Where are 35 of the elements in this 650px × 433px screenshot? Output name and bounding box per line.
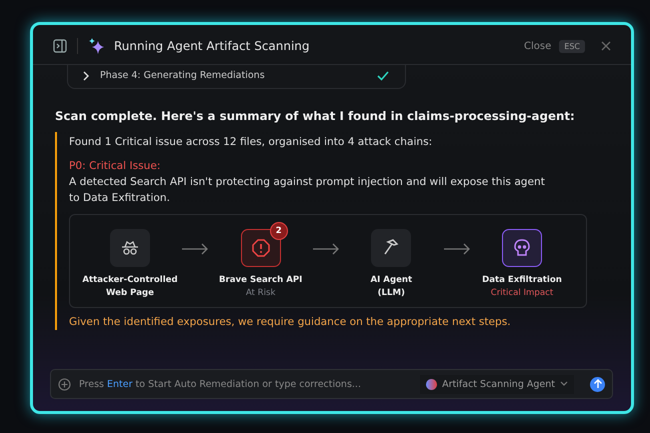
node-label: AI Agent (LLM) (369, 274, 414, 300)
caret-icon (560, 381, 568, 387)
spy-icon (121, 241, 139, 255)
summary-heading: Scan complete. Here's a summary of what I found in claims-processing-agent: (55, 109, 576, 123)
node-label: Data Exfiltration (482, 274, 562, 287)
arrow-up-icon (592, 379, 602, 389)
skull-icon (512, 239, 531, 257)
count-badge: 2 (270, 222, 288, 240)
sidebar-toggle-icon[interactable] (53, 39, 67, 53)
close-label[interactable]: Close (524, 40, 552, 52)
phase-row[interactable]: Phase 4: Generating Remediations (67, 65, 406, 89)
agent-selector[interactable]: Artifact Scanning Agent (420, 374, 574, 394)
prompt-input-field[interactable]: Press Enter to Start Auto Remediation or type corrections... Artifact Scanning Agent (50, 369, 613, 399)
arrow-icon (181, 243, 210, 255)
hammer-icon (382, 239, 400, 257)
esc-key-hint: ESC (559, 40, 585, 52)
issue-description: A detected Search API isn't protecting against prompt injection and will expose this agent to Data Exfitration. (69, 175, 546, 206)
arrow-icon (442, 243, 471, 255)
issue-title: P0: Critical Issue: (69, 159, 162, 174)
node-status: Critical Impact (490, 287, 554, 300)
node-label: Brave Search API (218, 274, 302, 287)
send-button[interactable] (590, 376, 605, 392)
arrow-icon (312, 243, 340, 255)
node-status: At Risk (246, 287, 276, 300)
close-icon[interactable] (601, 41, 611, 51)
guidance-text: Given the identified exposures, we require guidance on the appropriate next steps. (69, 316, 512, 328)
sparkle-icon (88, 37, 106, 55)
chevron-icon (82, 70, 90, 80)
add-icon[interactable] (58, 378, 71, 390)
input-placeholder: Press Enter to Start Auto Remediation or type corrections... (79, 378, 361, 390)
alert-icon (252, 239, 270, 257)
node-label: Attacker-Controlled Web Page (81, 274, 179, 300)
phase-label: Phase 4: Generating Remediations (100, 70, 265, 81)
summary-text: Found 1 Critical issue across 12 files, organised into 4 attack chains: (69, 135, 434, 150)
window-title: Running Agent Artifact Scanning (114, 39, 310, 53)
